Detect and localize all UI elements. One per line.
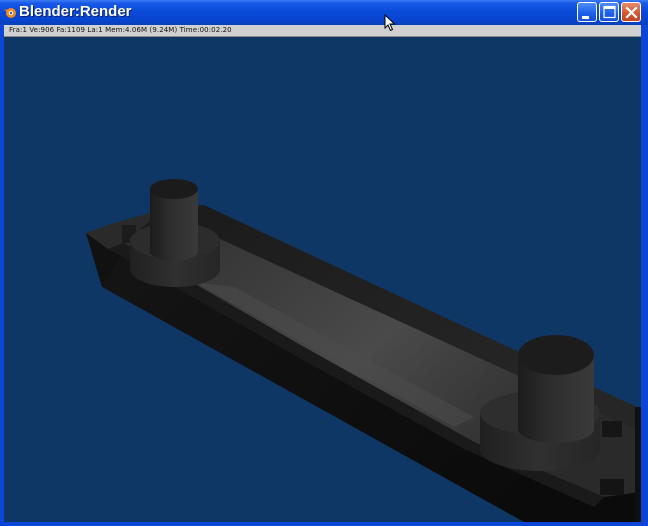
minimize-button[interactable] <box>577 2 597 22</box>
right-notch-lower <box>600 479 624 495</box>
window-title: Blender:Render <box>19 3 132 20</box>
render-image <box>4 37 641 522</box>
close-button[interactable] <box>621 2 641 22</box>
render-window: Blender:Render Fra:1 Ve:906 Fa:1109 La:1… <box>0 0 648 526</box>
right-notch <box>602 421 622 437</box>
title-bar[interactable]: Blender:Render <box>0 0 648 25</box>
minimize-icon <box>582 16 589 19</box>
render-stats-text: Fra:1 Ve:906 Fa:1109 La:1 Mem:4.06M (9.2… <box>9 26 232 34</box>
close-icon <box>625 6 638 19</box>
maximize-button[interactable] <box>599 2 619 22</box>
render-viewport <box>4 37 641 522</box>
render-status-bar: Fra:1 Ve:906 Fa:1109 La:1 Mem:4.06M (9.2… <box>4 25 641 37</box>
blender-logo-icon <box>4 8 16 18</box>
maximize-icon <box>603 5 616 19</box>
mouse-cursor-icon <box>384 14 396 32</box>
